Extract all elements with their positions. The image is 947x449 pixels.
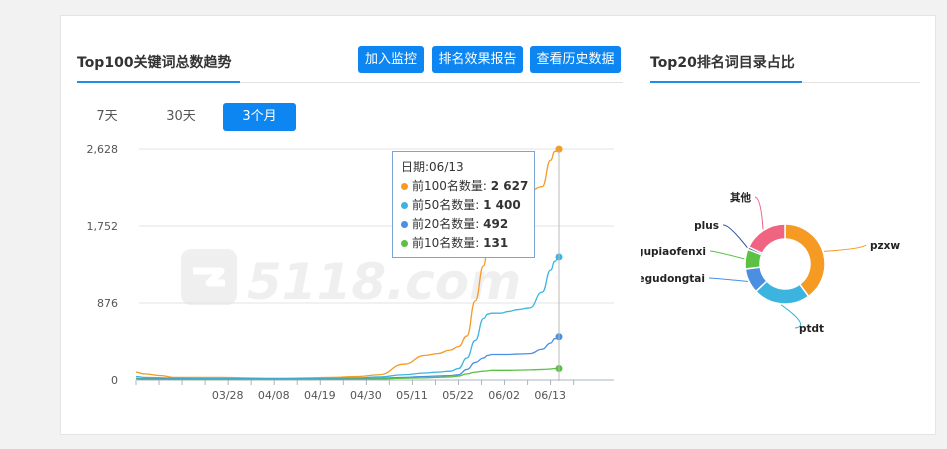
pie-title-accent xyxy=(650,81,802,83)
pie-label: gupiaofenxi xyxy=(641,246,706,258)
pie-leader-line xyxy=(722,224,748,249)
x-tick-label: 04/19 xyxy=(304,389,336,402)
tooltip-label: 前20名数量: xyxy=(412,217,480,231)
x-tick-label: 04/08 xyxy=(258,389,290,402)
y-tick-label: 876 xyxy=(97,297,118,310)
pie-label: ptdt xyxy=(799,323,824,335)
x-tick-label: 06/13 xyxy=(534,389,566,402)
tooltip-label: 前50名数量: xyxy=(412,198,480,212)
trend-line-chart: 5118.com 0 876 1,752 2,628 03/28 04/08 04/19 04… xyxy=(87,143,614,402)
x-tick-label: 05/22 xyxy=(442,389,474,402)
x-tick-label: 06/02 xyxy=(488,389,520,402)
pie-title: Top20排名词目录占比 xyxy=(650,55,795,71)
pie-leader-line xyxy=(754,196,764,230)
watermark-logo: 5118.com xyxy=(181,249,521,311)
pie-label: gegudongtai xyxy=(641,273,705,285)
pie-leader-line xyxy=(709,250,745,260)
pie-label: 其他 xyxy=(730,191,751,204)
x-tick-label: 05/11 xyxy=(396,389,428,402)
series-dot-icon xyxy=(401,183,408,190)
tooltip-row-top10: 前10名数量: 131 xyxy=(401,234,534,253)
tooltip-label: 前10名数量: xyxy=(412,236,480,250)
x-tick-label: 03/28 xyxy=(212,389,244,402)
tooltip-value: 492 xyxy=(483,217,509,231)
tooltip-row-top20: 前20名数量: 492 xyxy=(401,215,534,234)
pie-leader-line xyxy=(780,304,802,329)
y-tick-label: 0 xyxy=(111,374,118,387)
dashboard-card: Top100关键词总数趋势 加入监控 排名效果报告 查看历史数据 7天 30天 … xyxy=(60,15,936,435)
x-tick-label: 04/30 xyxy=(350,389,382,402)
pie-leader-line xyxy=(823,244,867,252)
directory-donut-chart: pzxw ptdt gegudongtai gupiaofenxi plus 其他 xyxy=(641,191,900,335)
series-line-2 xyxy=(135,336,560,380)
y-tick-label: 1,752 xyxy=(87,220,119,233)
pie-slice-pzxw[interactable] xyxy=(784,223,826,298)
tooltip-label: 前100名数量: xyxy=(412,179,487,193)
series-dot-icon xyxy=(401,221,408,228)
y-tick-label: 2,628 xyxy=(87,143,119,156)
series-dot-icon xyxy=(401,240,408,247)
pie-leader-line xyxy=(708,277,748,282)
tooltip-value: 2 627 xyxy=(490,179,529,193)
series-dot-icon xyxy=(401,202,408,209)
pie-label: pzxw xyxy=(870,240,900,252)
pie-label: plus xyxy=(694,220,719,232)
tooltip-value: 1 400 xyxy=(483,198,521,212)
tooltip-row-top50: 前50名数量: 1 400 xyxy=(401,196,534,215)
chart-tooltip: 日期:06/13 前100名数量: 2 627 前50名数量: 1 400 前2… xyxy=(392,151,535,258)
tooltip-value: 131 xyxy=(483,236,509,250)
pie-slice-其他[interactable] xyxy=(747,223,786,255)
tooltip-date: 日期:06/13 xyxy=(401,160,464,174)
tooltip-row-top100: 前100名数量: 2 627 xyxy=(401,177,534,196)
